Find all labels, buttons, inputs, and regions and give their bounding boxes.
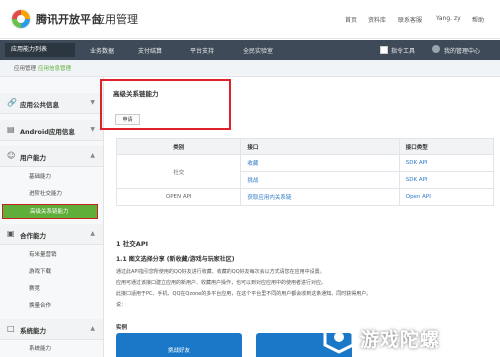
table-cell-category: OPEN API bbox=[115, 188, 242, 206]
breadcrumb-app-info[interactable]: 应用信息管理 bbox=[38, 64, 71, 72]
sidebar-group-user-capabilities[interactable]: ☺ 用户能力 ▲ bbox=[0, 146, 103, 167]
doc-paragraph: 应用可通过该接口建立应用的新用户、收藏用户操作，也可以到对应应用中的使用者进行对… bbox=[116, 280, 327, 286]
header-link-support[interactable]: 联系客服 bbox=[398, 15, 422, 24]
table-row: 社交 收藏 SDK API bbox=[115, 154, 495, 189]
sidebar-group-cooperation[interactable]: ▣ 合作能力 ▲ bbox=[0, 224, 103, 245]
panel-title: 高级关系链能力 bbox=[113, 90, 159, 98]
watermark-text: 游戏陀螺 bbox=[360, 329, 441, 351]
sidebar-group-label: 应用公共信息 bbox=[20, 101, 59, 109]
checkbox-icon[interactable] bbox=[380, 46, 388, 54]
section-title: 应用管理 bbox=[94, 13, 138, 26]
sidebar-group-label: Android应用信息 bbox=[20, 128, 75, 136]
header-link-home[interactable]: 首页 bbox=[345, 15, 357, 24]
table-header-row: 类别 接口 接口类型 bbox=[115, 138, 495, 155]
brand-name[interactable]: 腾讯开放平台 bbox=[36, 11, 102, 27]
apply-button[interactable]: 申请 bbox=[115, 114, 140, 125]
sidebar-group-label: 合作能力 bbox=[20, 232, 46, 240]
table-cell-interface-link[interactable]: 挑战 bbox=[240, 171, 400, 189]
doc-paragraph: 通过此API指引您所使用的QQ好友进行收藏、收藏的QQ好友每次会以方式请您在应用… bbox=[116, 269, 325, 275]
chevron-down-icon: ▼ bbox=[90, 99, 95, 106]
breadcrumb-app-management[interactable]: 应用管理 bbox=[14, 64, 36, 72]
capability-table: 类别 接口 接口类型 社交 收藏 SDK API 挑战 SDK API OPEN… bbox=[115, 138, 495, 206]
table-header: 接口 bbox=[240, 138, 400, 155]
link-icon: 🔗 bbox=[7, 98, 17, 107]
top-header: 腾讯开放平台 应用管理 首页 资料库 联系客服 Yang. zy 帮助 bbox=[0, 0, 500, 39]
sidebar-item-traffic-exchange[interactable]: 换量合作 bbox=[0, 299, 103, 314]
sidebar-item-basic[interactable]: 基础能力 bbox=[0, 170, 103, 185]
header-user-name[interactable]: Yang. zy bbox=[436, 15, 461, 22]
doc-paragraph: 此接口适用于PC、手机、QQ在Qzone的多平台应用，在这个平台里不同的用户都会… bbox=[116, 291, 372, 297]
nav-tools[interactable]: 指令工具 bbox=[391, 46, 415, 55]
header-link-library[interactable]: 资料库 bbox=[368, 15, 386, 24]
doc-subsection-heading: 1.1 图文选择分享 (新收藏/游戏与玩家社区) bbox=[116, 256, 235, 263]
watermark: 游戏陀螺 bbox=[322, 320, 494, 354]
sidebar-item-system[interactable]: 系统能力 bbox=[0, 342, 103, 357]
table-cell-type-link[interactable]: SDK API bbox=[398, 154, 495, 172]
doc-section-heading: 1 社交API bbox=[116, 240, 148, 248]
watermark-logo-icon bbox=[323, 320, 355, 354]
tencent-open-platform-logo-icon[interactable] bbox=[10, 8, 32, 30]
nav-app-capabilities[interactable]: 应用能力列表 bbox=[5, 43, 75, 57]
nav-platform-support[interactable]: 平台支持 bbox=[190, 46, 214, 55]
chevron-down-icon: ▼ bbox=[90, 126, 95, 133]
user-icon[interactable] bbox=[432, 45, 440, 53]
table-cell-type-link[interactable]: SDK API bbox=[398, 171, 495, 189]
sidebar-group-android-info[interactable]: ▤ Android应用信息 ▼ bbox=[0, 120, 103, 141]
sidebar-group-public-info[interactable]: 🔗 应用公共信息 ▼ bbox=[0, 93, 103, 114]
cooperation-icon: ▣ bbox=[7, 229, 15, 238]
user-icon: ☺ bbox=[7, 151, 16, 160]
table-cell-interface-link[interactable]: 获取应用内关系链 bbox=[240, 188, 400, 206]
sidebar-item-marketing[interactable]: 有米量营销 bbox=[0, 248, 103, 263]
phone-title: 挑战好友 bbox=[167, 348, 190, 354]
nav-business-data[interactable]: 业务数据 bbox=[90, 46, 114, 55]
example-phone-screenshot: 挑战好友 bbox=[116, 333, 242, 357]
sidebar-group-system[interactable]: □ 系统能力 ▲ bbox=[0, 319, 103, 340]
sidebar-item-competition[interactable]: 赛竞 bbox=[0, 282, 103, 297]
example-label: 实例 bbox=[116, 325, 128, 331]
breadcrumb: 应用管理 应用信息管理 bbox=[0, 60, 500, 77]
nav-lab[interactable]: 全民实验室 bbox=[243, 46, 273, 55]
sidebar-item-game-download[interactable]: 游戏下载 bbox=[0, 265, 103, 280]
table-header: 类别 bbox=[115, 138, 242, 155]
table-cell-type-link[interactable]: Open API bbox=[398, 188, 495, 206]
table-cell-interface-link[interactable]: 收藏 bbox=[240, 154, 400, 172]
chevron-up-icon: ▲ bbox=[90, 230, 95, 237]
chevron-up-icon: ▲ bbox=[90, 152, 95, 159]
sidebar: 🔗 应用公共信息 ▼ ▤ Android应用信息 ▼ ☺ 用户能力 ▲ 基础能力… bbox=[0, 77, 104, 357]
main-nav: 应用能力列表 业务数据 支付结算 平台支持 全民实验室 指令工具 我的管理中心 bbox=[0, 40, 500, 60]
doc-paragraph: 说： bbox=[116, 302, 127, 308]
sidebar-item-social[interactable]: 进阶社交能力 bbox=[0, 187, 103, 202]
table-header: 接口类型 bbox=[398, 138, 495, 155]
sidebar-group-label: 系统能力 bbox=[20, 327, 46, 335]
chevron-up-icon: ▲ bbox=[90, 325, 95, 332]
nav-payment[interactable]: 支付结算 bbox=[138, 46, 162, 55]
table-cell-category: 社交 bbox=[115, 154, 242, 189]
sidebar-item-advanced-relationship[interactable]: 高级关系链能力 bbox=[2, 204, 98, 219]
document-icon: ▤ bbox=[7, 125, 15, 134]
monitor-icon: □ bbox=[7, 324, 15, 333]
sidebar-group-label: 用户能力 bbox=[20, 154, 46, 162]
header-link-help[interactable]: 帮助 bbox=[472, 15, 484, 24]
nav-management-center[interactable]: 我的管理中心 bbox=[444, 46, 480, 55]
table-row: OPEN API 获取应用内关系链 Open API bbox=[115, 188, 495, 206]
